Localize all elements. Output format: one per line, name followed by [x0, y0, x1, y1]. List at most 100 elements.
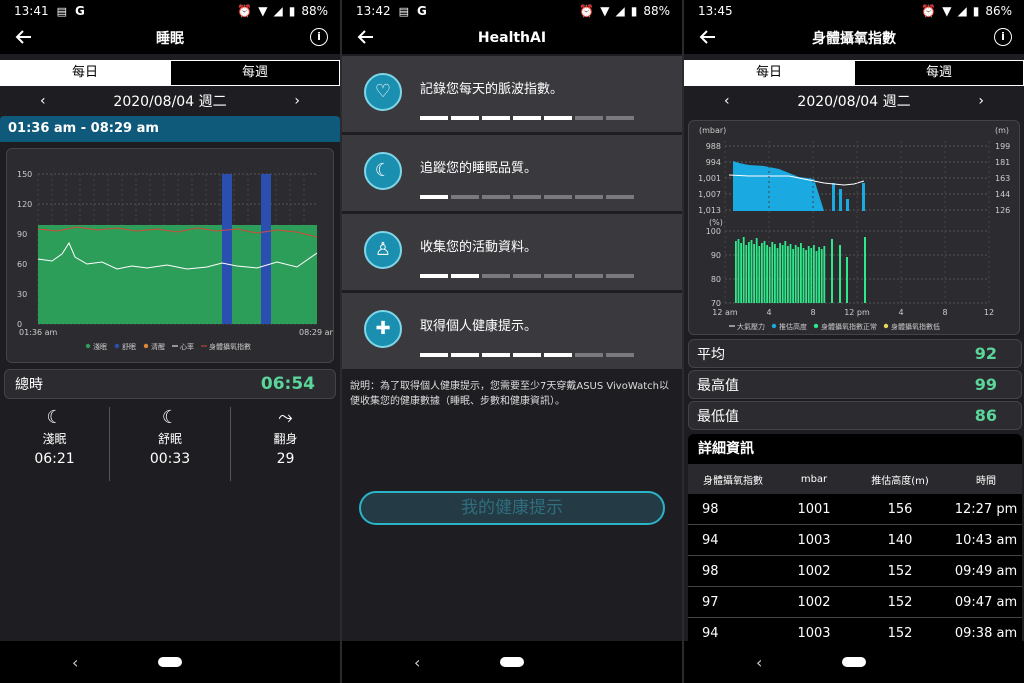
- nav-back-icon[interactable]: ‹: [756, 653, 762, 672]
- total-label: 總時: [15, 377, 43, 393]
- current-date: 2020/08/04 週二: [113, 94, 227, 110]
- back-arrow-icon[interactable]: [356, 27, 376, 47]
- spo2-unit: (%): [709, 218, 723, 227]
- stat-value: 29: [276, 451, 295, 467]
- prev-date-chevron-icon[interactable]: ‹: [724, 93, 730, 109]
- nav-home-button[interactable]: [500, 657, 524, 667]
- y-tick-label: 70: [711, 299, 721, 308]
- y-tick-label: 1,013: [698, 206, 721, 215]
- progress-segment: [606, 353, 634, 357]
- detail-header: 身體攝氧指數 mbar 推估高度(m) 時間: [688, 464, 1022, 494]
- tab-weekly[interactable]: 每週: [170, 60, 340, 86]
- column-header: mbar: [800, 473, 828, 485]
- system-nav-bar: ‹: [684, 641, 1024, 683]
- column-header: 身體攝氧指數: [703, 475, 763, 487]
- summary-min: 最低值 86: [688, 401, 1022, 430]
- progress-segment: [544, 353, 572, 357]
- sleep-chart-panel: 1501209060300 01:36 am 08:29 am 淺眠舒眠清醒心率…: [6, 148, 334, 363]
- progress-bar: [420, 274, 634, 278]
- detail-section: 詳細資訊 身體攝氧指數 mbar 推估高度(m) 時間 98 1001 156 12:27 …: [688, 434, 1022, 649]
- table-row[interactable]: 94 1003 140 10:43 am: [688, 525, 1022, 556]
- item-label: 收集您的活動資料。: [420, 240, 538, 255]
- app-bar: HealthAI: [342, 22, 682, 54]
- moon-icon: ☾: [46, 407, 63, 428]
- legend-swatch: [143, 343, 149, 349]
- health-tips-icon: ✚: [364, 310, 402, 348]
- table-row[interactable]: 98 1001 156 12:27 pm: [688, 494, 1022, 525]
- progress-segment: [420, 116, 448, 120]
- battery-icon: ▮: [630, 4, 638, 18]
- battery-level: 88%: [301, 4, 328, 18]
- light-sleep-area: [38, 225, 317, 324]
- progress-segment: [513, 116, 541, 120]
- back-arrow-icon[interactable]: [14, 27, 34, 47]
- progress-segment: [544, 116, 572, 120]
- y-tick-label: 30: [17, 290, 27, 299]
- x-tick-label: 8: [942, 308, 947, 317]
- sleep-stats: ☾ 淺眠 06:21 ☾ 舒眠 00:33 ⤳ 翻身 29: [0, 407, 340, 481]
- wifi-icon: ▼: [942, 4, 952, 18]
- tab-daily[interactable]: 每日: [0, 60, 170, 86]
- nav-home-button[interactable]: [842, 657, 866, 667]
- stat-label: 翻身: [273, 432, 298, 446]
- tab-weekly[interactable]: 每週: [854, 60, 1024, 86]
- date-navigator: ‹ 2020/08/04 週二 ›: [684, 86, 1024, 116]
- item-label: 記錄您每天的脈波指數。: [420, 82, 564, 97]
- spo2-bar: [802, 248, 805, 303]
- current-date: 2020/08/04 週二: [797, 94, 911, 110]
- y-tick-label: 150: [17, 170, 32, 179]
- table-cell: 1002: [797, 563, 831, 579]
- x-axis-end: 08:29 am: [299, 328, 333, 337]
- legend-label: 清醒: [151, 342, 165, 351]
- legend-swatch: [883, 323, 889, 329]
- spo2-bar: [758, 246, 761, 303]
- table-row[interactable]: 97 1002 152 09:47 am: [688, 587, 1022, 618]
- nav-home-button[interactable]: [158, 657, 182, 667]
- info-icon[interactable]: i: [994, 28, 1012, 46]
- spo2-bar: [753, 244, 755, 303]
- altitude-bar-2: [839, 189, 842, 211]
- health-tips-button[interactable]: 我的健康提示: [359, 491, 665, 525]
- next-date-chevron-icon[interactable]: ›: [294, 93, 300, 109]
- progress-segment: [575, 353, 603, 357]
- total-time-card: 總時 06:54: [4, 369, 336, 399]
- progress-segment: [482, 195, 510, 199]
- tab-daily[interactable]: 每日: [684, 60, 854, 86]
- nav-back-icon[interactable]: ‹: [72, 653, 78, 672]
- back-arrow-icon[interactable]: [698, 27, 718, 47]
- y-tick-label: 100: [706, 227, 721, 236]
- alarm-icon: ⏰: [921, 4, 937, 18]
- next-date-chevron-icon[interactable]: ›: [978, 93, 984, 109]
- spo2-bar: [787, 246, 789, 303]
- signal-icon: ◢: [615, 4, 625, 18]
- page-title: HealthAI: [477, 30, 547, 46]
- table-cell: 98: [702, 563, 719, 579]
- progress-segment: [482, 116, 510, 120]
- stat-label: 淺眠: [42, 432, 67, 446]
- progress-segment: [606, 195, 634, 199]
- progress-segment: [451, 274, 479, 278]
- spo2-bar: [740, 243, 742, 303]
- battery-icon: ▮: [288, 4, 296, 18]
- progress-segment: [513, 274, 541, 278]
- table-row[interactable]: 98 1002 152 09:49 am: [688, 556, 1022, 587]
- time-range-banner: 01:36 am - 08:29 am: [0, 116, 340, 142]
- summary-value: 92: [974, 344, 997, 363]
- signal-icon: ◢: [273, 4, 283, 18]
- table-cell: 94: [702, 625, 719, 641]
- healthai-item: ☾ 追蹤您的睡眠品質。: [342, 135, 682, 211]
- table-cell: 1003: [797, 532, 831, 548]
- progress-segment: [575, 195, 603, 199]
- table-cell: 09:47 am: [954, 594, 1018, 610]
- prev-date-chevron-icon[interactable]: ‹: [40, 93, 46, 109]
- legend-swatch: [85, 343, 91, 349]
- x-tick-label: 8: [810, 308, 815, 317]
- progress-segment: [420, 195, 448, 199]
- y2-tick-label: 181: [995, 158, 1010, 167]
- spo2-bar: [823, 246, 826, 303]
- info-icon[interactable]: i: [310, 28, 328, 46]
- detail-rows: 98 1001 156 12:27 pm 94 1003 140 10:43 am 98 1002…: [688, 494, 1022, 649]
- progress-segment: [544, 274, 572, 278]
- app-bar: 睡眠 i: [0, 22, 340, 54]
- nav-back-icon[interactable]: ‹: [414, 653, 420, 672]
